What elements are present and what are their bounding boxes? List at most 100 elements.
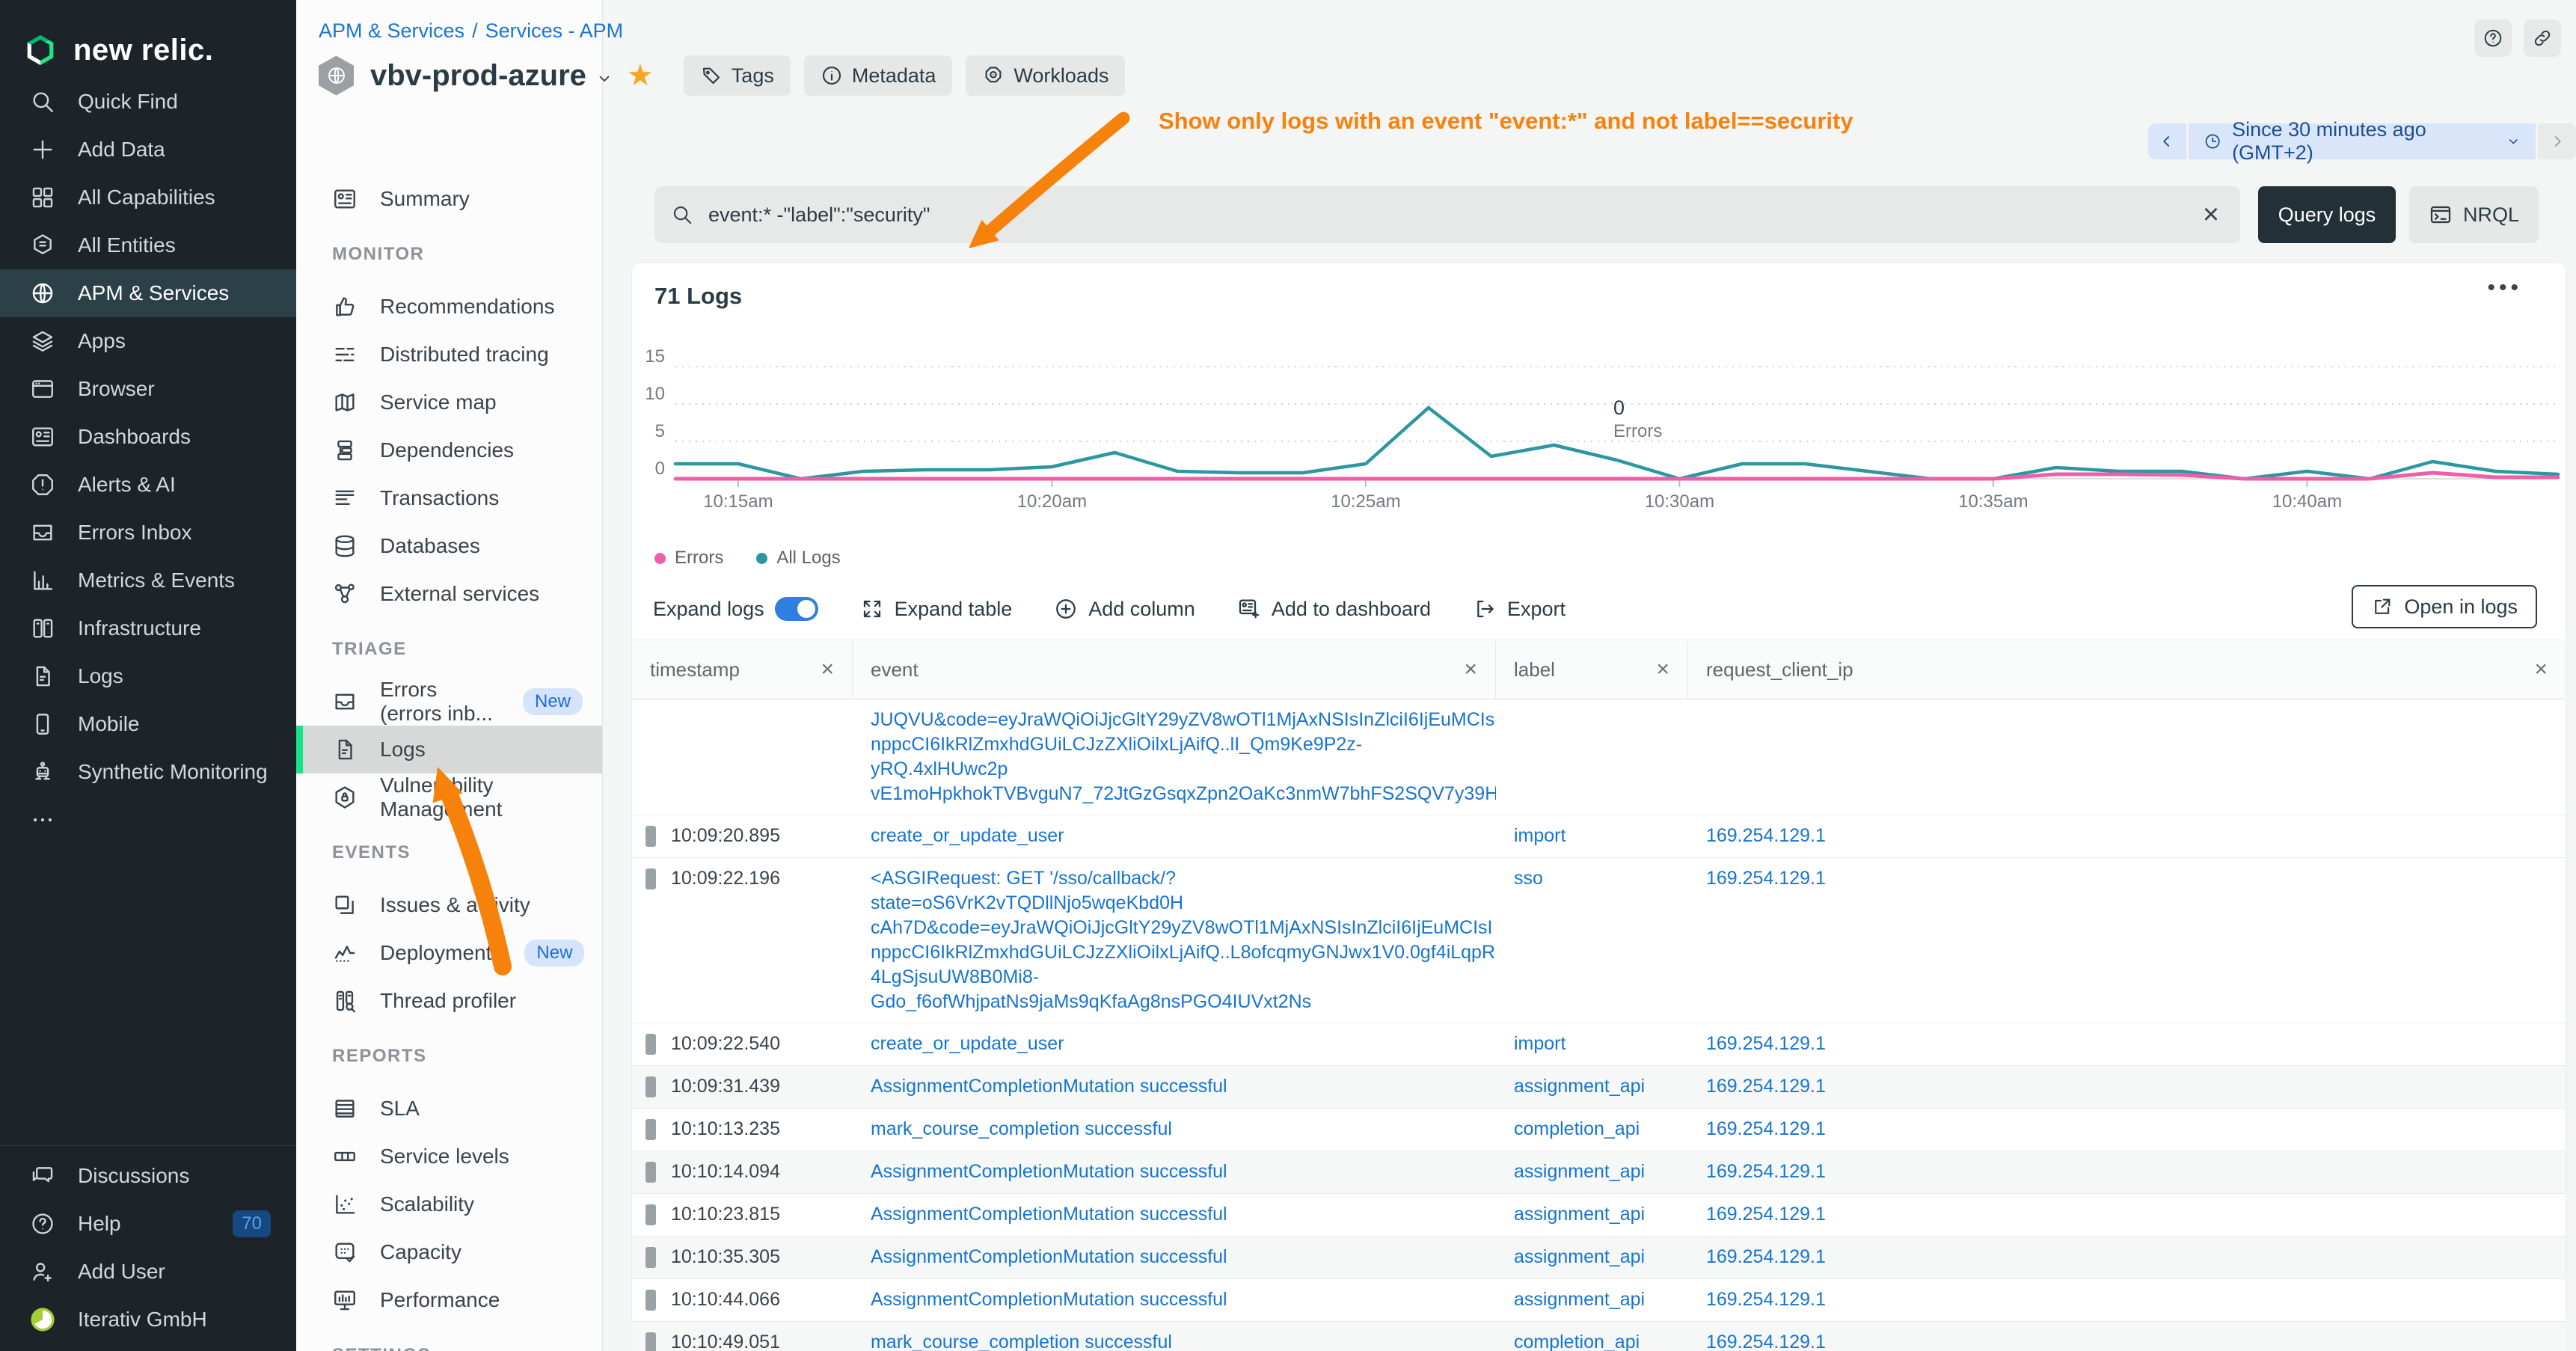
- ip-link[interactable]: 169.254.129.1: [1706, 1076, 1826, 1097]
- time-back-button[interactable]: [2148, 123, 2186, 159]
- log-row[interactable]: 10:09:31.439AssignmentCompletionMutation…: [632, 1066, 2566, 1109]
- breadcrumb-apm-services[interactable]: APM & Services: [319, 19, 464, 42]
- subnav-item-service-map[interactable]: Service map: [296, 379, 602, 426]
- sidebar-item-iterativ-gmbh[interactable]: Iterativ GmbH: [0, 1296, 296, 1344]
- subnav-item-logs[interactable]: Logs: [296, 726, 602, 773]
- label-link[interactable]: completion_api: [1514, 1118, 1640, 1139]
- sidebar-item-errors-inbox[interactable]: Errors Inbox: [0, 509, 296, 557]
- sidebar-item-alerts-ai[interactable]: Alerts & AI: [0, 461, 296, 509]
- ip-link[interactable]: 169.254.129.1: [1706, 1118, 1826, 1139]
- expand-logs-toggle[interactable]: Expand logs: [653, 597, 818, 621]
- event-link[interactable]: mark_course_completion successful: [871, 1117, 1478, 1142]
- event-link[interactable]: JUQVU&code=eyJraWQiOiJjcGltY29yZV8wOTl1M…: [871, 708, 1478, 732]
- ip-link[interactable]: 169.254.129.1: [1706, 1161, 1826, 1182]
- legend-all-logs[interactable]: All Logs: [756, 548, 840, 569]
- subnav-item-summary[interactable]: Summary: [296, 175, 602, 223]
- event-link[interactable]: AssignmentCompletionMutation successful: [871, 1202, 1478, 1227]
- favorite-star-icon[interactable]: ★: [627, 58, 654, 93]
- label-link[interactable]: assignment_api: [1514, 1161, 1645, 1182]
- label-link[interactable]: sso: [1514, 868, 1543, 889]
- metadata-button[interactable]: Metadata: [804, 55, 953, 96]
- subnav-item-dependencies[interactable]: Dependencies: [296, 426, 602, 474]
- log-search-input[interactable]: [708, 203, 2194, 227]
- sidebar-item-mobile[interactable]: Mobile: [0, 700, 296, 748]
- expand-table-button[interactable]: Expand table: [860, 597, 1013, 621]
- log-row[interactable]: 10:09:22.540create_or_update_userimport1…: [632, 1023, 2566, 1066]
- label-link[interactable]: import: [1514, 1033, 1565, 1054]
- label-link[interactable]: import: [1514, 825, 1565, 846]
- label-link[interactable]: assignment_api: [1514, 1204, 1645, 1225]
- event-link[interactable]: AssignmentCompletionMutation successful: [871, 1159, 1478, 1184]
- permalink-button[interactable]: [2524, 19, 2561, 57]
- log-row[interactable]: 10:10:23.815AssignmentCompletionMutation…: [632, 1194, 2566, 1237]
- event-link[interactable]: cAh7D&code=eyJraWQiOiJjcGltY29yZV8wOTl1M…: [871, 916, 1478, 940]
- event-link[interactable]: AssignmentCompletionMutation successful: [871, 1287, 1478, 1312]
- log-row[interactable]: 10:09:20.895create_or_update_userimport1…: [632, 815, 2566, 858]
- log-row[interactable]: 10:10:49.051mark_course_completion succe…: [632, 1322, 2566, 1351]
- sidebar-item-logs[interactable]: Logs: [0, 652, 296, 700]
- sidebar-item-apm-services[interactable]: APM & Services: [0, 269, 296, 317]
- log-row[interactable]: JUQVU&code=eyJraWQiOiJjcGltY29yZV8wOTl1M…: [632, 699, 2566, 815]
- chevron-down-icon[interactable]: [595, 70, 613, 88]
- event-link[interactable]: <ASGIRequest: GET '/sso/callback/?state=…: [871, 866, 1478, 916]
- event-link[interactable]: create_or_update_user: [871, 824, 1478, 848]
- log-row[interactable]: 10:10:44.066AssignmentCompletionMutation…: [632, 1279, 2566, 1322]
- log-row[interactable]: 10:10:35.305AssignmentCompletionMutation…: [632, 1237, 2566, 1279]
- log-row[interactable]: 10:10:14.094AssignmentCompletionMutation…: [632, 1151, 2566, 1194]
- sidebar-item-browser[interactable]: Browser: [0, 365, 296, 413]
- remove-column-event[interactable]: ×: [1464, 657, 1477, 682]
- sidebar-item-add-user[interactable]: Add User: [0, 1248, 296, 1296]
- sidebar-item-synthetic-monitoring[interactable]: Synthetic Monitoring: [0, 748, 296, 796]
- event-link[interactable]: create_or_update_user: [871, 1032, 1478, 1056]
- remove-column-timestamp[interactable]: ×: [821, 657, 834, 682]
- sidebar-item-apps[interactable]: Apps: [0, 317, 296, 365]
- event-link[interactable]: nppcCI6IkRlZmxhdGUiLCJzZXliOilxLjAifQ..L…: [871, 940, 1478, 965]
- log-row[interactable]: 10:09:22.196<ASGIRequest: GET '/sso/call…: [632, 858, 2566, 1023]
- subnav-item-sla[interactable]: SLA: [296, 1085, 602, 1133]
- subnav-item-deployments[interactable]: DeploymentsNew: [296, 929, 602, 977]
- remove-column-request-client-ip[interactable]: ×: [2534, 657, 2548, 682]
- subnav-item-external-services[interactable]: External services: [296, 570, 602, 618]
- event-link[interactable]: AssignmentCompletionMutation successful: [871, 1245, 1478, 1269]
- logs-timeseries-chart[interactable]: 15105010:15am10:20am10:25am10:30am10:35a…: [632, 340, 2566, 512]
- ip-link[interactable]: 169.254.129.1: [1706, 1332, 1826, 1351]
- sidebar-item-add-data[interactable]: Add Data: [0, 126, 296, 174]
- ip-link[interactable]: 169.254.129.1: [1706, 1246, 1826, 1267]
- legend-errors[interactable]: Errors: [654, 548, 723, 569]
- sidebar-item-more[interactable]: [0, 796, 296, 844]
- subnav-item-databases[interactable]: Databases: [296, 522, 602, 570]
- subnav-item-issues-activity[interactable]: Issues & activity: [296, 881, 602, 929]
- panel-menu-button[interactable]: •••: [2487, 275, 2522, 301]
- ip-link[interactable]: 169.254.129.1: [1706, 1033, 1826, 1054]
- label-link[interactable]: assignment_api: [1514, 1246, 1645, 1267]
- log-row[interactable]: 10:10:13.235mark_course_completion succe…: [632, 1109, 2566, 1151]
- export-button[interactable]: Export: [1473, 597, 1565, 621]
- subnav-item-distributed-tracing[interactable]: Distributed tracing: [296, 331, 602, 379]
- event-link[interactable]: vE1moHpkhokTVBvguN7_72JtGzGsqxZpn2OaKc3n…: [871, 782, 1478, 806]
- subnav-item-recommendations[interactable]: Recommendations: [296, 283, 602, 331]
- sidebar-item-metrics-events[interactable]: Metrics & Events: [0, 557, 296, 604]
- sidebar-item-dashboards[interactable]: Dashboards: [0, 413, 296, 461]
- subnav-item-thread-profiler[interactable]: Thread profiler: [296, 977, 602, 1025]
- time-forward-button[interactable]: [2538, 123, 2576, 159]
- nrql-button[interactable]: NRQL: [2409, 186, 2539, 243]
- sidebar-item-all-entities[interactable]: All Entities: [0, 221, 296, 269]
- label-link[interactable]: assignment_api: [1514, 1076, 1645, 1097]
- clear-search-button[interactable]: ×: [2194, 197, 2228, 232]
- add-to-dashboard-button[interactable]: Add to dashboard: [1237, 597, 1431, 621]
- subnav-item-vulnerability-management[interactable]: Vulnerability Management: [296, 773, 602, 821]
- event-link[interactable]: mark_course_completion successful: [871, 1330, 1478, 1351]
- label-link[interactable]: assignment_api: [1514, 1289, 1645, 1310]
- event-link[interactable]: AssignmentCompletionMutation successful: [871, 1074, 1478, 1099]
- subnav-item-capacity[interactable]: Capacity: [296, 1228, 602, 1276]
- subnav-item-errors-errors-inb[interactable]: Errors (errors inb...New: [296, 678, 602, 726]
- ip-link[interactable]: 169.254.129.1: [1706, 1289, 1826, 1310]
- ip-link[interactable]: 169.254.129.1: [1706, 868, 1826, 889]
- subnav-item-performance[interactable]: Performance: [296, 1276, 602, 1324]
- new-relic-logo[interactable]: new relic.: [0, 0, 296, 78]
- workloads-button[interactable]: Workloads: [966, 55, 1125, 96]
- sidebar-item-quick-find[interactable]: Quick Find: [0, 78, 296, 126]
- event-link[interactable]: nppcCI6IkRlZmxhdGUiLCJzZXliOilxLjAifQ..l…: [871, 732, 1478, 782]
- query-logs-button[interactable]: Query logs: [2258, 186, 2396, 243]
- subnav-item-transactions[interactable]: Transactions: [296, 474, 602, 522]
